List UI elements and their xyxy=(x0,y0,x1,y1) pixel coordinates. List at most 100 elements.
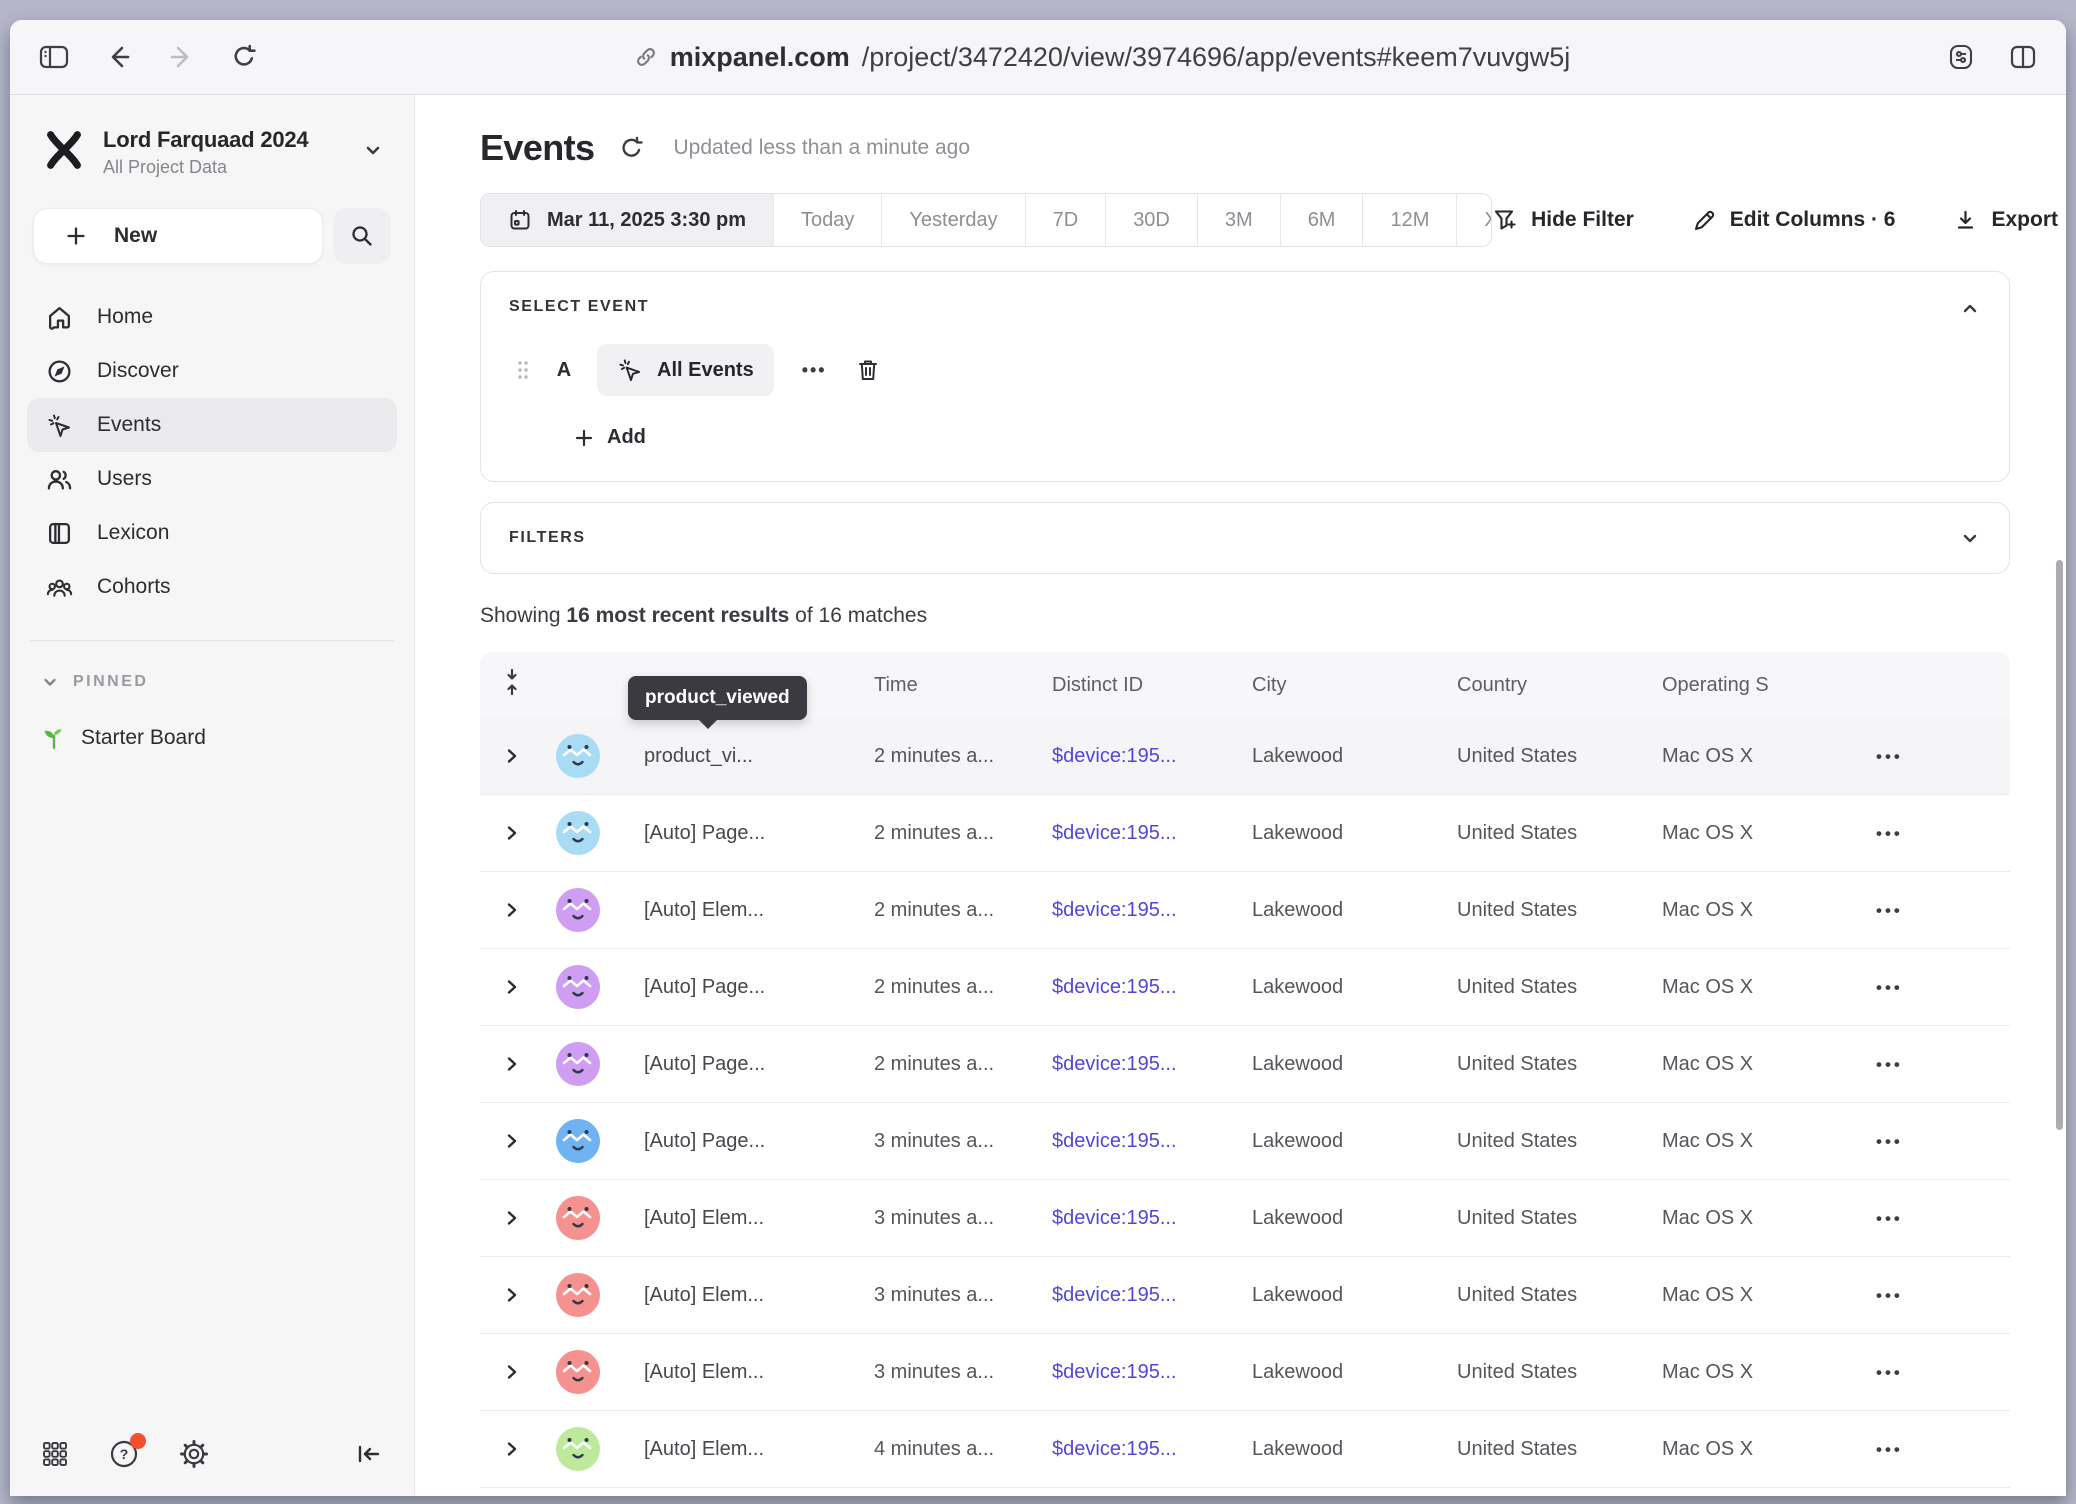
distinct-id-link[interactable]: $device:195... xyxy=(1040,745,1240,768)
add-event-button[interactable]: Add xyxy=(573,426,1981,449)
row-more-button[interactable]: ••• xyxy=(1876,1209,1903,1228)
scrollbar-thumb[interactable] xyxy=(2056,560,2063,1130)
table-row[interactable]: [Auto] Elem... 3 minutes a... $device:19… xyxy=(480,1257,2010,1334)
browser-sidebar-toggle-icon[interactable] xyxy=(38,43,70,71)
distinct-id-link[interactable]: $device:195... xyxy=(1040,1053,1240,1076)
range-xtd[interactable]: XTD xyxy=(1457,194,1492,246)
row-more-button[interactable]: ••• xyxy=(1876,1286,1903,1305)
table-row[interactable] xyxy=(480,1488,2010,1496)
chevron-down-icon[interactable] xyxy=(1959,527,1981,554)
distinct-id-link[interactable]: $device:195... xyxy=(1040,1207,1240,1230)
row-more-button[interactable]: ••• xyxy=(1876,824,1903,843)
expand-row-icon[interactable] xyxy=(502,1439,522,1459)
range-7d[interactable]: 7D xyxy=(1026,194,1107,246)
row-more-button[interactable]: ••• xyxy=(1876,747,1903,766)
drag-handle-icon[interactable] xyxy=(515,357,531,383)
event-country: United States xyxy=(1445,1207,1650,1230)
date-label: Mar 11, 2025 3:30 pm xyxy=(547,209,746,232)
forward-button[interactable] xyxy=(168,44,194,70)
edit-columns-button[interactable]: Edit Columns · 6 xyxy=(1692,208,1896,233)
distinct-id-link[interactable]: $device:195... xyxy=(1040,899,1240,922)
expand-row-icon[interactable] xyxy=(502,977,522,997)
page-settings-icon[interactable] xyxy=(1946,42,1976,72)
range-3m[interactable]: 3M xyxy=(1198,194,1281,246)
query-toolbar: Mar 11, 2025 3:30 pm Today Yesterday 7D … xyxy=(480,193,2066,247)
column-header-os[interactable]: Operating S xyxy=(1650,674,1860,697)
row-more-button[interactable]: ••• xyxy=(1876,1055,1903,1074)
collapse-rows-icon[interactable] xyxy=(501,667,523,703)
new-button[interactable]: New xyxy=(33,208,323,264)
table-row[interactable]: [Auto] Page... 3 minutes a... $device:19… xyxy=(480,1103,2010,1180)
export-button[interactable]: Export xyxy=(1953,208,2058,233)
column-header-distinct-id[interactable]: Distinct ID xyxy=(1040,674,1240,697)
pinned-item-starter-board[interactable]: Starter Board xyxy=(41,725,414,751)
row-more-button[interactable]: ••• xyxy=(1876,1132,1903,1151)
row-more-button[interactable]: ••• xyxy=(1876,1363,1903,1382)
row-more-button[interactable]: ••• xyxy=(1876,1440,1903,1459)
table-row[interactable]: [Auto] Elem... 3 minutes a... $device:19… xyxy=(480,1180,2010,1257)
expand-row-icon[interactable] xyxy=(502,1285,522,1305)
sidebar-item-users[interactable]: Users xyxy=(27,452,397,506)
project-switcher[interactable]: Lord Farquaad 2024 All Project Data xyxy=(43,127,394,178)
event-avatar xyxy=(544,965,624,1009)
back-button[interactable] xyxy=(106,44,132,70)
pinned-section-toggle[interactable]: PINNED xyxy=(41,673,414,691)
address-bar[interactable]: mixpanel.com/project/3472420/view/397469… xyxy=(294,42,1910,73)
sidebar-item-home[interactable]: Home xyxy=(27,290,397,344)
expand-row-icon[interactable] xyxy=(502,1131,522,1151)
collapse-sidebar-icon[interactable] xyxy=(354,1440,384,1468)
table-row[interactable]: [Auto] Page... 2 minutes a... $device:19… xyxy=(480,1026,2010,1103)
table-row[interactable]: product_vi... 2 minutes a... $device:195… xyxy=(480,718,2010,795)
sidebar: Lord Farquaad 2024 All Project Data New xyxy=(10,95,415,1496)
refresh-icon[interactable] xyxy=(618,135,645,162)
trash-icon[interactable] xyxy=(855,357,881,383)
expand-row-icon[interactable] xyxy=(502,900,522,920)
column-header-city[interactable]: City xyxy=(1240,674,1445,697)
event-avatar xyxy=(544,1273,624,1317)
distinct-id-link[interactable]: $device:195... xyxy=(1040,976,1240,999)
column-header-time[interactable]: Time xyxy=(862,674,1040,697)
event-name: [Auto] Page... xyxy=(624,976,862,999)
table-row[interactable]: [Auto] Page... 2 minutes a... $device:19… xyxy=(480,949,2010,1026)
range-6m[interactable]: 6M xyxy=(1281,194,1364,246)
events-table: product_viewed Time Distinct ID City xyxy=(480,652,2010,1496)
chevron-up-icon[interactable] xyxy=(1959,298,1981,325)
help-button[interactable]: ? xyxy=(108,1438,140,1470)
sidebar-item-events[interactable]: Events xyxy=(27,398,397,452)
table-row[interactable]: [Auto] Elem... 2 minutes a... $device:19… xyxy=(480,872,2010,949)
table-row[interactable]: [Auto] Page... 2 minutes a... $device:19… xyxy=(480,795,2010,872)
split-view-icon[interactable] xyxy=(2008,43,2038,71)
expand-row-icon[interactable] xyxy=(502,746,522,766)
row-more-button[interactable]: ••• xyxy=(1876,901,1903,920)
expand-row-icon[interactable] xyxy=(502,1362,522,1382)
event-city: Lakewood xyxy=(1240,1207,1445,1230)
search-button[interactable] xyxy=(333,208,391,264)
event-country: United States xyxy=(1445,1053,1650,1076)
distinct-id-link[interactable]: $device:195... xyxy=(1040,1438,1240,1461)
apps-grid-icon[interactable] xyxy=(40,1439,70,1469)
column-header-country[interactable]: Country xyxy=(1445,674,1650,697)
range-yesterday[interactable]: Yesterday xyxy=(882,194,1025,246)
row-more-button[interactable]: ••• xyxy=(1876,978,1903,997)
distinct-id-link[interactable]: $device:195... xyxy=(1040,1130,1240,1153)
expand-row-icon[interactable] xyxy=(502,823,522,843)
table-row[interactable]: [Auto] Elem... 3 minutes a... $device:19… xyxy=(480,1334,2010,1411)
expand-row-icon[interactable] xyxy=(502,1054,522,1074)
expand-row-icon[interactable] xyxy=(502,1208,522,1228)
sidebar-item-lexicon[interactable]: Lexicon xyxy=(27,506,397,560)
range-30d[interactable]: 30D xyxy=(1106,194,1198,246)
sidebar-item-discover[interactable]: Discover xyxy=(27,344,397,398)
sidebar-item-cohorts[interactable]: Cohorts xyxy=(27,560,397,614)
hide-filter-button[interactable]: Hide Filter xyxy=(1492,207,1634,233)
date-picker[interactable]: Mar 11, 2025 3:30 pm xyxy=(481,194,774,246)
settings-gear-icon[interactable] xyxy=(178,1438,210,1470)
distinct-id-link[interactable]: $device:195... xyxy=(1040,1361,1240,1384)
event-more-button[interactable]: ••• xyxy=(798,360,831,381)
distinct-id-link[interactable]: $device:195... xyxy=(1040,822,1240,845)
distinct-id-link[interactable]: $device:195... xyxy=(1040,1284,1240,1307)
range-today[interactable]: Today xyxy=(774,194,882,246)
reload-button[interactable] xyxy=(230,43,258,71)
range-12m[interactable]: 12M xyxy=(1363,194,1457,246)
all-events-chip[interactable]: All Events xyxy=(597,344,774,396)
table-row[interactable]: [Auto] Elem... 4 minutes a... $device:19… xyxy=(480,1411,2010,1488)
